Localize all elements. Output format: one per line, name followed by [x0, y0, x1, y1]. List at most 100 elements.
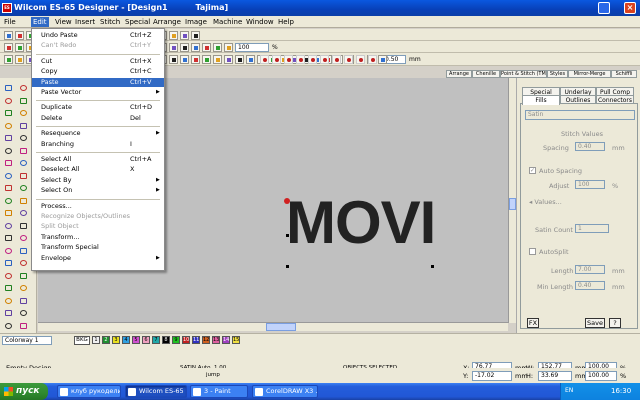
toolbar-button[interactable] [308, 55, 317, 64]
menu-item-select-on[interactable]: Select On ▶ [32, 186, 164, 195]
toolbox-button[interactable] [18, 82, 30, 94]
length-input[interactable]: 7.00 [575, 265, 605, 274]
menu-item-can-t-redo[interactable]: Can't Redo Ctrl+Y [32, 41, 164, 50]
toolbar-button[interactable] [284, 55, 293, 64]
color-swatch[interactable]: 1 [92, 336, 100, 344]
toolbox-button[interactable] [3, 270, 15, 282]
menu-item-paste-vector[interactable]: Paste Vector ▶ [32, 88, 164, 97]
toolbar-button[interactable] [191, 31, 200, 40]
menu-arrange[interactable]: Arrange [151, 17, 183, 27]
toolbar-button[interactable] [202, 55, 211, 64]
y-field[interactable]: -17.02 [472, 371, 512, 381]
color-swatch[interactable]: 12 [202, 336, 210, 344]
toolbar-button[interactable] [191, 55, 200, 64]
toolbar-button[interactable] [224, 55, 233, 64]
toolbar-button[interactable] [378, 55, 387, 64]
top-tab[interactable]: Schiffli [611, 70, 637, 78]
toolbox-button[interactable] [18, 157, 30, 169]
toolbar-button[interactable] [202, 43, 211, 52]
toolbox-button[interactable] [3, 95, 15, 107]
toolbox-button[interactable] [3, 220, 15, 232]
satin-count-input[interactable]: 1 [575, 224, 609, 233]
toolbox-button[interactable] [3, 232, 15, 244]
menu-item-select-by[interactable]: Select By ▶ [32, 176, 164, 185]
toolbar-button[interactable] [224, 43, 233, 52]
color-swatch[interactable]: 2 [102, 336, 110, 344]
color-swatch[interactable]: 9 [172, 336, 180, 344]
menu-item-select-all[interactable]: Select All Ctrl+A [32, 155, 164, 164]
toolbar-button[interactable] [15, 43, 24, 52]
toolbox-button[interactable] [3, 282, 15, 294]
autosplit-checkbox[interactable] [529, 248, 536, 255]
taskbar-button[interactable]: Wilcom ES-65 D... [125, 385, 187, 398]
selection-handle[interactable] [286, 265, 289, 268]
selection-handle[interactable] [286, 234, 289, 237]
save-button[interactable]: Save [585, 318, 605, 328]
toolbox-button[interactable] [18, 270, 30, 282]
menu-special[interactable]: Special [123, 17, 152, 27]
menu-item-transform[interactable]: Transform... [32, 233, 164, 242]
vertical-scroll-thumb[interactable] [509, 198, 516, 210]
toolbar-button[interactable] [213, 55, 222, 64]
toolbox-button[interactable] [18, 257, 30, 269]
language-indicator[interactable]: EN [565, 387, 573, 394]
menu-stitch[interactable]: Stitch [98, 17, 122, 27]
toolbar-button[interactable] [15, 55, 24, 64]
menu-item-split-object[interactable]: Split Object [32, 222, 164, 231]
menu-item-cut[interactable]: Cut Ctrl+X [32, 57, 164, 66]
toolbox-button[interactable] [18, 232, 30, 244]
top-tab[interactable]: Chenille [472, 70, 500, 78]
toolbar-button[interactable] [332, 55, 341, 64]
color-swatch[interactable]: 13 [212, 336, 220, 344]
toolbox-button[interactable] [3, 182, 15, 194]
toolbox-button[interactable] [3, 107, 15, 119]
toolbox-button[interactable] [18, 295, 30, 307]
menu-machine[interactable]: Machine [211, 17, 244, 27]
toolbox-button[interactable] [18, 182, 30, 194]
color-swatch[interactable]: 15 [232, 336, 240, 344]
toolbox-button[interactable] [18, 195, 30, 207]
color-swatch[interactable]: 7 [152, 336, 160, 344]
color-swatch[interactable]: 8 [162, 336, 170, 344]
toolbar-button[interactable] [169, 31, 178, 40]
menu-item-delete[interactable]: Delete Del [32, 114, 164, 123]
color-swatch[interactable]: 14 [222, 336, 230, 344]
toolbox-button[interactable] [18, 282, 30, 294]
adjust-input[interactable]: 100 [575, 180, 605, 189]
toolbar-button[interactable] [4, 31, 13, 40]
toolbar-button[interactable] [169, 55, 178, 64]
menu-image[interactable]: Image [183, 17, 209, 27]
toolbox-button[interactable] [18, 132, 30, 144]
close-button[interactable]: × [624, 2, 636, 14]
values-button[interactable]: ◂ Values... [529, 198, 563, 208]
toolbox-button[interactable] [3, 307, 15, 319]
toolbox-button[interactable] [3, 82, 15, 94]
top-tab[interactable]: Arrange [446, 70, 472, 78]
vertical-scrollbar[interactable] [508, 78, 516, 323]
toolbar-button[interactable] [169, 43, 178, 52]
menu-edit[interactable]: Edit [31, 17, 49, 27]
colorway-select[interactable]: Colorway 1 [2, 336, 52, 345]
menu-item-envelope[interactable]: Envelope ▶ [32, 254, 164, 263]
toolbox-button[interactable] [18, 207, 30, 219]
toolbar-button[interactable] [320, 55, 329, 64]
taskbar-button[interactable]: 3 - Paint [190, 385, 248, 398]
start-button[interactable]: пуск [0, 383, 48, 400]
menu-item-recognize-objects-outlines[interactable]: Recognize Objects/Outlines [32, 212, 164, 221]
toolbox-button[interactable] [18, 107, 30, 119]
toolbox-button[interactable] [3, 207, 15, 219]
toolbar-button[interactable] [260, 55, 269, 64]
zoom-input[interactable]: 100 [235, 43, 269, 52]
toolbox-button[interactable] [3, 320, 15, 332]
toolbar-button[interactable] [246, 55, 255, 64]
toolbar-button[interactable] [180, 31, 189, 40]
toolbox-button[interactable] [18, 220, 30, 232]
menu-item-branching[interactable]: Branching I [32, 140, 164, 149]
toolbox-button[interactable] [18, 95, 30, 107]
selection-handle[interactable] [431, 265, 434, 268]
scale-y-field[interactable]: 100.00 [585, 371, 617, 381]
top-tab[interactable]: Point & Stitch (TM) [500, 70, 547, 78]
toolbox-button[interactable] [3, 245, 15, 257]
color-swatch[interactable]: 6 [142, 336, 150, 344]
menu-item-paste[interactable]: Paste Ctrl+V [32, 77, 164, 87]
